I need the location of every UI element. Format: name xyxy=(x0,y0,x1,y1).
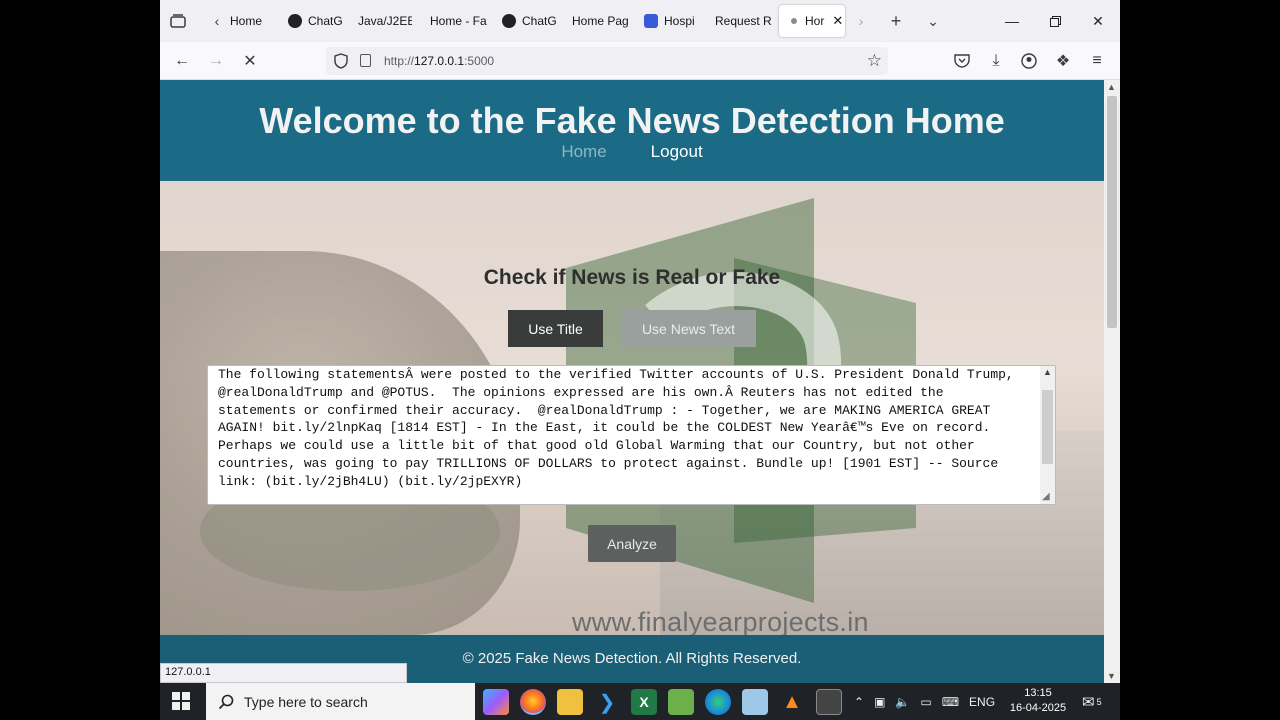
search-icon xyxy=(218,694,234,709)
terminal-icon[interactable] xyxy=(816,689,842,715)
tab-chatgpt-1[interactable]: ChatG xyxy=(282,5,344,37)
textarea-scrollbar[interactable]: ▲ ◢ xyxy=(1040,366,1055,504)
tab-label: Home Pag xyxy=(572,14,629,28)
tab-hospital[interactable]: Hospi xyxy=(638,5,698,37)
tab-scroll-right-icon[interactable]: › xyxy=(848,8,874,34)
stop-loading-icon[interactable]: ✕ xyxy=(236,48,264,74)
notepad-plus-icon[interactable] xyxy=(668,689,694,715)
taskbar-clock[interactable]: 13:15 16-04-2025 xyxy=(1008,686,1068,716)
network-icon[interactable]: ▭ xyxy=(920,695,931,709)
system-tray: ⌃ ▣ 🔈 ▭ ⌨ ENG xyxy=(854,683,995,720)
tab-label: Java/J2EE xyxy=(358,14,412,28)
tab-label: ChatG xyxy=(522,14,556,28)
nav-logout-link[interactable]: Logout xyxy=(651,142,703,162)
site-header: Welcome to the Fake News Detection Home … xyxy=(160,80,1104,181)
shield-icon[interactable] xyxy=(334,53,348,69)
vscode-icon[interactable]: ❯ xyxy=(594,689,620,715)
check-heading: Check if News is Real or Fake xyxy=(483,266,781,289)
url-text[interactable]: http://127.0.0.1:5000 xyxy=(384,54,494,68)
scroll-down-arrow-icon[interactable]: ▼ xyxy=(1107,671,1116,681)
meet-now-icon[interactable]: ▣ xyxy=(874,695,885,709)
bookmark-star-icon[interactable]: ☆ xyxy=(867,51,882,71)
clock-date: 16-04-2025 xyxy=(1009,702,1067,714)
tray-chevron-up-icon[interactable]: ⌃ xyxy=(854,695,864,709)
page-scroll-thumb[interactable] xyxy=(1107,96,1117,328)
new-tab-icon[interactable]: + xyxy=(883,8,909,34)
scroll-thumb[interactable] xyxy=(1042,390,1053,464)
use-news-text-button[interactable]: Use News Text xyxy=(621,310,756,347)
firefox-icon[interactable] xyxy=(520,689,546,715)
tab-label: ChatG xyxy=(308,14,343,28)
volume-muted-icon[interactable]: 🔈 xyxy=(895,695,910,709)
use-title-button[interactable]: Use Title xyxy=(508,310,603,347)
chatgpt-icon xyxy=(288,14,302,28)
copilot-icon[interactable] xyxy=(483,689,509,715)
chatgpt-icon xyxy=(502,14,516,28)
scroll-up-arrow-icon[interactable]: ▲ xyxy=(1043,367,1052,377)
loading-dot-icon xyxy=(791,18,797,24)
page-info-icon[interactable] xyxy=(360,54,371,67)
page-scrollbar[interactable]: ▲ ▼ xyxy=(1104,80,1120,683)
clock-time: 13:15 xyxy=(1024,687,1052,699)
account-icon[interactable] xyxy=(1015,48,1043,74)
browser-window: ‹ Home ChatG Java/J2EE Home - Fa ChatG H… xyxy=(160,0,1120,683)
screen: ‹ Home ChatG Java/J2EE Home - Fa ChatG H… xyxy=(0,0,1280,720)
tab-active[interactable]: Hor ✕ xyxy=(779,5,845,37)
notifications-button[interactable]: ✉ 5 xyxy=(1082,683,1102,720)
navigation-bar: ← → ✕ http://127.0.0.1:5000 ☆ ⤓ ❖ ≡ xyxy=(160,42,1120,80)
tab-label: Home - Fa xyxy=(430,14,487,28)
language-indicator[interactable]: ENG xyxy=(969,695,995,709)
watermark-text: www.finalyearprojects.in xyxy=(572,607,869,637)
extensions-icon[interactable]: ❖ xyxy=(1049,48,1077,74)
downloads-icon[interactable]: ⤓ xyxy=(982,48,1010,74)
close-tab-icon[interactable]: ✕ xyxy=(832,13,843,29)
windows-taskbar: Type here to search ❯ X ▲ ⌃ ▣ 🔈 ▭ ⌨ ENG … xyxy=(160,683,1120,720)
nav-home-link[interactable]: Home xyxy=(561,142,606,162)
vlc-icon[interactable]: ▲ xyxy=(779,689,805,715)
pocket-icon[interactable] xyxy=(948,48,976,74)
notification-icon: ✉ xyxy=(1082,693,1095,711)
site-nav: Home Logout xyxy=(160,142,1104,162)
address-bar[interactable]: http://127.0.0.1:5000 ☆ xyxy=(326,47,888,75)
notification-count: 5 xyxy=(1096,696,1102,707)
tab-label: Home xyxy=(230,14,263,28)
edge-icon[interactable] xyxy=(705,689,731,715)
tab-chatgpt-2[interactable]: ChatG xyxy=(496,5,556,37)
keyboard-icon[interactable]: ⌨ xyxy=(942,695,959,709)
notes-icon[interactable] xyxy=(742,689,768,715)
scroll-up-arrow-icon[interactable]: ▲ xyxy=(1107,82,1116,92)
form-icon xyxy=(644,14,658,28)
list-tabs-chevron-icon[interactable]: ⌄ xyxy=(920,8,946,34)
news-textarea[interactable]: The following statementsÂ were posted to… xyxy=(207,365,1056,505)
link-status-tooltip: 127.0.0.1 xyxy=(160,663,407,683)
tab-home-page[interactable]: Home Pag xyxy=(566,5,630,37)
search-placeholder: Type here to search xyxy=(244,693,368,710)
tab-home[interactable]: Home xyxy=(224,5,272,37)
web-page: Welcome to the Fake News Detection Home … xyxy=(160,80,1104,683)
tab-home-fa[interactable]: Home - Fa xyxy=(424,5,488,37)
tab-request[interactable]: Request R xyxy=(709,5,773,37)
tab-label: Hospi xyxy=(664,14,695,28)
page-title: Welcome to the Fake News Detection Home xyxy=(259,100,1005,141)
forward-arrow-icon[interactable]: → xyxy=(202,48,230,74)
resize-grip-icon[interactable]: ◢ xyxy=(1042,491,1050,502)
analyze-button[interactable]: Analyze xyxy=(588,525,676,562)
back-arrow-icon[interactable]: ← xyxy=(168,48,196,74)
close-window-icon[interactable]: ✕ xyxy=(1083,8,1113,34)
restore-icon[interactable] xyxy=(1040,8,1070,34)
tab-label: Hor xyxy=(805,14,825,28)
taskbar-search[interactable]: Type here to search xyxy=(206,683,475,720)
tab-strip: ‹ Home ChatG Java/J2EE Home - Fa ChatG H… xyxy=(160,0,1120,42)
menu-hamburger-icon[interactable]: ≡ xyxy=(1083,48,1111,74)
tab-label: Request R xyxy=(715,14,772,28)
excel-icon[interactable]: X xyxy=(631,689,657,715)
tab-overview-icon[interactable] xyxy=(165,8,191,34)
minimize-icon[interactable]: — xyxy=(997,8,1027,34)
tab-java-j2ee[interactable]: Java/J2EE xyxy=(352,5,412,37)
windows-start-icon[interactable] xyxy=(172,692,190,710)
file-explorer-icon[interactable] xyxy=(557,689,583,715)
